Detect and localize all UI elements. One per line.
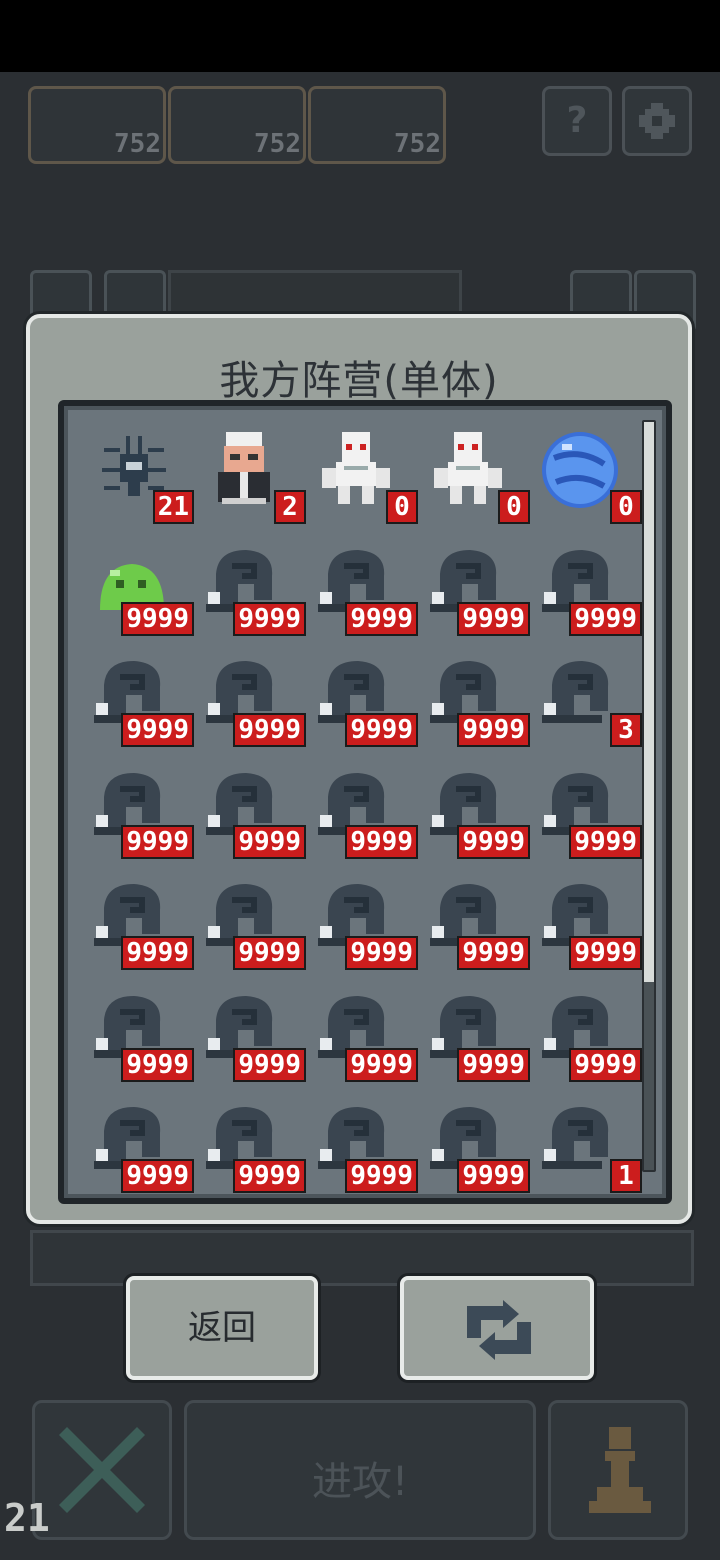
resource-count: 752 [254, 129, 301, 159]
unit-cell[interactable]: 21 [86, 428, 198, 540]
unit-count-badge: 0 [386, 490, 418, 524]
unit-count-badge: 9999 [233, 1047, 306, 1082]
unit-count-badge: 9999 [121, 936, 194, 970]
turn-counter: 21 [4, 1496, 50, 1540]
unit-count-badge: 9999 [457, 601, 530, 636]
pawn-button[interactable] [548, 1400, 688, 1540]
help-icon: ? [566, 100, 588, 141]
unit-count-badge: 0 [498, 490, 530, 524]
unit-count-badge: 9999 [233, 713, 306, 747]
unit-count-badge: 9999 [233, 1159, 306, 1193]
refresh-button[interactable] [400, 1276, 594, 1380]
resource-slot-1: 752 [28, 86, 166, 164]
unit-cell[interactable]: 3 [534, 651, 646, 763]
cancel-slot[interactable] [32, 1400, 172, 1540]
resource-count: 752 [114, 129, 161, 159]
unit-cell[interactable]: 9999 [198, 1097, 310, 1198]
unit-cell[interactable]: 9999 [198, 763, 310, 875]
scrollbar-thumb[interactable] [644, 422, 654, 982]
unit-count-badge: 9999 [569, 601, 642, 636]
attack-label: 进攻! [311, 1459, 409, 1505]
unit-count-badge: 9999 [121, 601, 194, 636]
unit-cell[interactable]: 9999 [198, 986, 310, 1098]
resource-slot-3: 752 [308, 86, 446, 164]
unit-cell[interactable]: 9999 [86, 651, 198, 763]
unit-count-badge: 9999 [345, 936, 418, 970]
unit-count-badge: 9999 [233, 601, 306, 636]
unit-count-badge: 9999 [457, 1047, 530, 1082]
unit-cell[interactable]: 9999 [534, 540, 646, 652]
unit-cell[interactable]: 9999 [534, 874, 646, 986]
unit-cell[interactable]: 0 [422, 428, 534, 540]
unit-count-badge: 9999 [345, 713, 418, 747]
unit-count-badge: 3 [610, 713, 642, 747]
scrollbar[interactable] [642, 420, 656, 1172]
unit-count-badge: 9999 [121, 1159, 194, 1193]
unit-grid: 21 2 0 0 0 9999 9999 9999 9999 9999 9999 9999 9999 99… [58, 400, 672, 1204]
unit-cell[interactable]: 0 [534, 428, 646, 540]
unit-count-badge: 9999 [345, 824, 418, 859]
unit-cell[interactable]: 9999 [86, 540, 198, 652]
status-bar [0, 0, 720, 72]
unit-count-badge: 9999 [233, 936, 306, 970]
unit-cell[interactable]: 1 [534, 1097, 646, 1198]
help-button[interactable]: ? [542, 86, 612, 156]
unit-cell[interactable]: 9999 [198, 651, 310, 763]
unit-count-badge: 1 [610, 1159, 642, 1193]
unit-cell[interactable]: 9999 [422, 986, 534, 1098]
unit-cell[interactable]: 9999 [310, 763, 422, 875]
unit-count-badge: 9999 [457, 713, 530, 747]
unit-cell[interactable]: 9999 [534, 763, 646, 875]
attack-button[interactable]: 进攻! [184, 1400, 536, 1540]
unit-cell[interactable]: 9999 [86, 1097, 198, 1198]
resource-slot-2: 752 [168, 86, 306, 164]
unit-count-badge: 9999 [121, 1047, 194, 1082]
unit-count-badge: 0 [610, 490, 642, 524]
unit-cell[interactable]: 9999 [86, 986, 198, 1098]
unit-count-badge: 9999 [457, 1159, 530, 1193]
unit-count-badge: 9999 [121, 824, 194, 859]
unit-count-badge: 9999 [345, 601, 418, 636]
unit-cell[interactable]: 9999 [422, 763, 534, 875]
refresh-icon [467, 1300, 531, 1360]
unit-cell[interactable]: 9999 [310, 540, 422, 652]
unit-cell[interactable]: 9999 [422, 540, 534, 652]
unit-cell[interactable]: 9999 [310, 874, 422, 986]
unit-cell[interactable]: 9999 [86, 763, 198, 875]
unit-count-badge: 9999 [569, 1047, 642, 1082]
unit-cell[interactable]: 9999 [86, 874, 198, 986]
unit-cell[interactable]: 9999 [310, 651, 422, 763]
unit-cell[interactable]: 9999 [198, 540, 310, 652]
unit-cell[interactable]: 0 [310, 428, 422, 540]
unit-count-badge: 9999 [345, 1159, 418, 1193]
back-button[interactable]: 返回 [126, 1276, 318, 1380]
close-icon [59, 1427, 145, 1513]
resource-count: 752 [394, 129, 441, 159]
unit-count-badge: 9999 [569, 824, 642, 859]
unit-count-badge: 9999 [457, 824, 530, 859]
unit-count-badge: 21 [152, 490, 194, 524]
unit-cell[interactable]: 9999 [198, 874, 310, 986]
unit-count-badge: 9999 [121, 713, 194, 747]
unit-count-badge: 9999 [345, 1047, 418, 1082]
unit-camp-dialog: 我方阵营(单体) 21 2 0 0 0 9999 9999 9999 9999 9999 9999 9… [26, 314, 692, 1224]
unit-cell[interactable]: 9999 [422, 874, 534, 986]
unit-cell[interactable]: 9999 [422, 651, 534, 763]
unit-count-badge: 9999 [233, 824, 306, 859]
dialog-title: 我方阵营(单体) [219, 358, 499, 404]
unit-cell[interactable]: 9999 [310, 1097, 422, 1198]
gear-icon [639, 103, 675, 139]
unit-cell[interactable]: 9999 [310, 986, 422, 1098]
pawn-icon [589, 1427, 651, 1513]
unit-count-badge: 2 [274, 490, 306, 524]
unit-count-badge: 9999 [457, 936, 530, 970]
unit-cell[interactable]: 2 [198, 428, 310, 540]
unit-count-badge: 9999 [569, 936, 642, 970]
settings-button[interactable] [622, 86, 692, 156]
unit-cell[interactable]: 9999 [534, 986, 646, 1098]
unit-cell[interactable]: 9999 [422, 1097, 534, 1198]
